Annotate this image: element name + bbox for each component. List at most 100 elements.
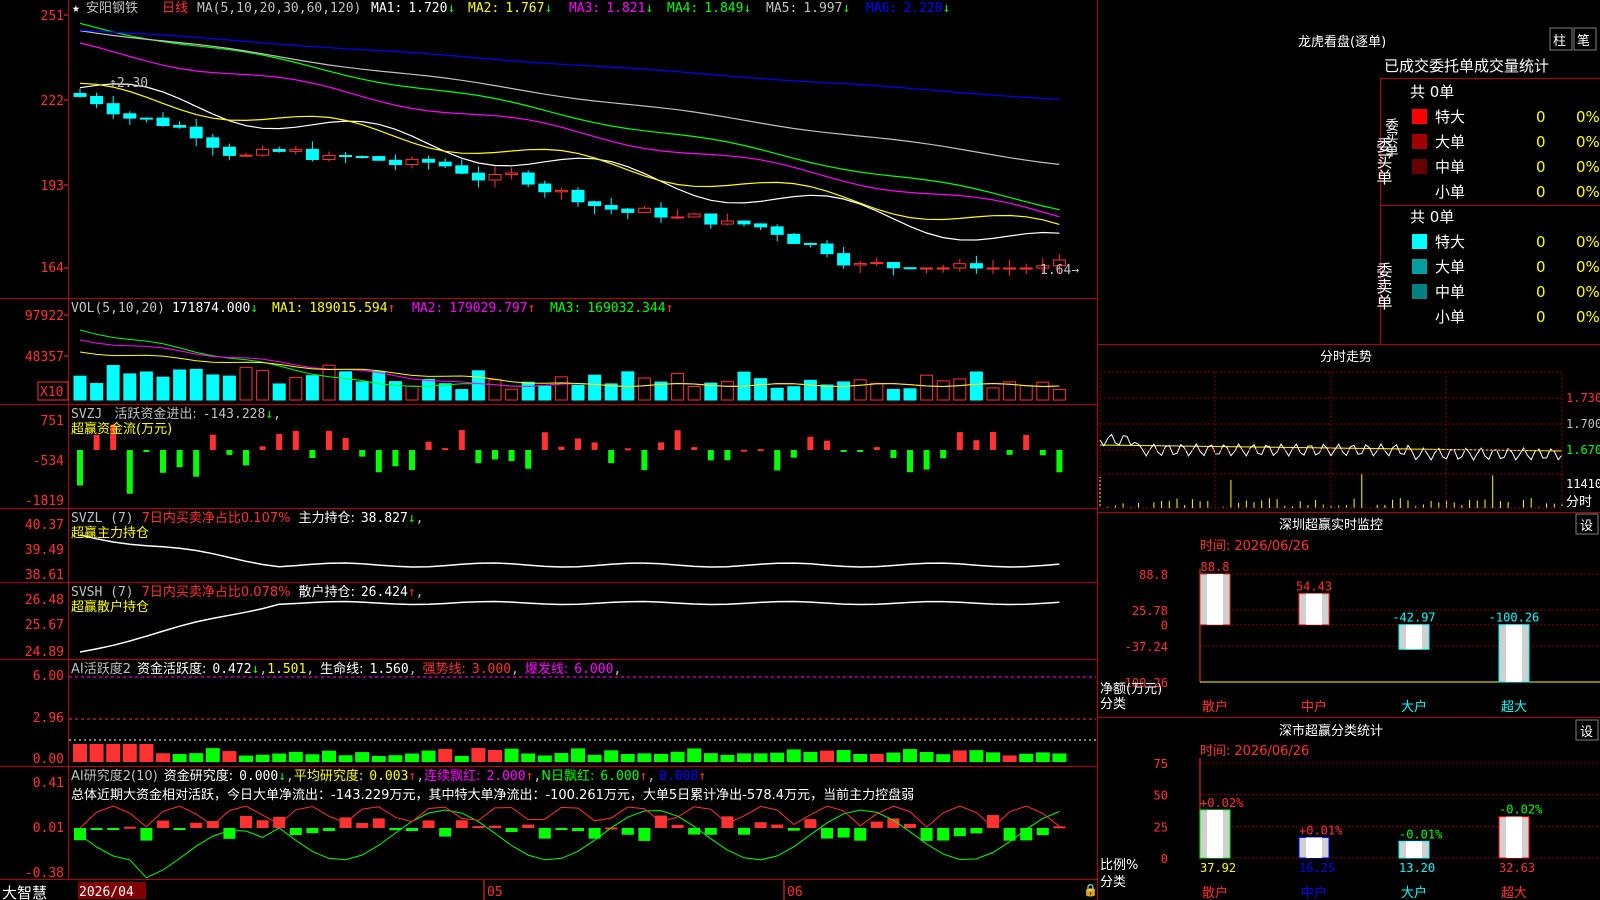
star-icon[interactable]: ★: [72, 1, 80, 16]
active-bar: [1035, 752, 1050, 762]
stock-name[interactable]: 安阳钢铁: [86, 1, 138, 16]
classify-value-label: 16.25: [1299, 861, 1335, 875]
research-bar: [787, 828, 800, 831]
order-size-name: 大单: [1435, 133, 1465, 151]
volume-bar: [720, 381, 734, 401]
flow-bar: [873, 447, 880, 450]
legend-swatch: [1412, 109, 1427, 124]
monitor-value-label: -42.97: [1392, 611, 1435, 625]
research-bar: [970, 828, 983, 834]
stats-title: 已成交委托单成交量统计: [1384, 57, 1549, 75]
candle-body: [820, 243, 834, 255]
legend-swatch: [1412, 284, 1427, 299]
flow-bar: [458, 430, 465, 450]
research-line: [79, 809, 1060, 879]
flow-bar: [990, 432, 996, 450]
volume-bar: [222, 375, 236, 401]
ma2-label: MA2: 1.767↓: [468, 1, 552, 16]
volume-bar: [671, 372, 685, 401]
order-size-name: 特大: [1435, 233, 1465, 251]
candle-body: [853, 263, 867, 266]
volume-bar: [305, 375, 319, 401]
research-bar: [804, 819, 817, 828]
volume-bar: [1019, 385, 1033, 401]
candle-body: [488, 174, 502, 181]
svsh-line-layer: [79, 600, 1060, 653]
volume-bar: [272, 383, 286, 401]
intraday-price: 1.730: [1566, 391, 1600, 405]
vol-ma1: MA1: 189015.594↑: [272, 301, 395, 316]
sell-rows: 特大 0 0% 大单 0 0% 中单 0 0% 小单 0 0%: [1412, 233, 1600, 326]
candle-body: [206, 137, 220, 148]
classify-category: 中户: [1301, 885, 1327, 900]
monitor-category: 超大: [1501, 700, 1527, 715]
flow-bar: [392, 450, 399, 467]
svsh-tick: 25.67: [25, 618, 64, 633]
period-label[interactable]: 日线: [162, 1, 188, 16]
candle-body: [322, 155, 336, 160]
research-bar: [140, 828, 153, 841]
app-name: 大智慧: [2, 884, 47, 900]
flow-bar: [641, 450, 648, 471]
order-count: 0: [1536, 258, 1546, 276]
volume-bar: [571, 384, 585, 401]
candle-body: [90, 95, 104, 105]
active-bar: [1052, 753, 1067, 762]
candle-body: [106, 103, 120, 115]
vol-ma3: MA3: 169032.344↑: [550, 301, 673, 316]
flow-bar: [707, 450, 714, 461]
volume-bars-layer: [73, 329, 1066, 401]
classify-pct-label: -0.02%: [1499, 803, 1543, 817]
volume-bar: [986, 387, 1000, 401]
research-bar: [638, 828, 651, 841]
active-bar: [89, 744, 104, 762]
flow-bar: [956, 432, 963, 450]
research-bar: [854, 828, 867, 841]
active-bar: [620, 754, 635, 762]
ma4-label: MA4: 1.849↓: [667, 1, 751, 16]
ma6-label: MA6: 2.220↓: [866, 1, 950, 16]
candle-body: [239, 154, 253, 157]
flow-bar: [1056, 450, 1063, 473]
ai-active-tick: 0.00: [33, 752, 64, 767]
flow-bar: [923, 450, 930, 470]
research-bar: [439, 828, 452, 837]
volume-bar: [438, 383, 452, 401]
volume-bar: [1036, 381, 1050, 401]
research-bar: [223, 828, 236, 839]
flow-bar: [492, 450, 498, 460]
volume-bar: [554, 376, 568, 401]
research-bar: [837, 828, 850, 838]
active-bar: [288, 751, 303, 762]
svzl-header: SVZL (7) 7日内买卖净占比0.107% 主力持仓: 38.827↓, 超赢主力…: [71, 510, 423, 541]
research-bar: [821, 828, 833, 839]
lock-icon[interactable]: 🔒: [1083, 883, 1098, 897]
research-bar: [920, 828, 933, 841]
price-tick: 222: [41, 94, 64, 109]
classify-panel: 深市超赢分类统计 设 时间: 2026/06/26 75 50 25 0 +0.02% 37…: [1100, 719, 1600, 900]
flow-bar: [608, 450, 615, 464]
volume-bar: [787, 386, 801, 401]
active-bar: [820, 750, 834, 762]
research-bar: [157, 820, 169, 828]
month-05: 05: [487, 885, 503, 900]
flow-bar: [1006, 450, 1013, 455]
flow-bar: [1039, 450, 1046, 456]
active-bar: [836, 750, 851, 762]
vol-tick: 97922: [25, 309, 64, 324]
volume-bar: [588, 374, 602, 401]
monitor-y-tick: 88.8: [1139, 568, 1168, 582]
high-label: ↑2.30: [109, 76, 148, 91]
month-06: 06: [787, 885, 803, 900]
classify-title: 深市超赢分类统计: [1279, 723, 1383, 739]
classify-y-tick: 25: [1154, 820, 1168, 834]
active-bar: [255, 754, 270, 762]
ai-research-title: AI研究度2(10) 资金研究度: 0.000↓,平均研究度: 0.003↑,连续飘红…: [71, 768, 706, 784]
candle-body: [986, 267, 1000, 270]
candle-body: [372, 156, 386, 161]
flow-bar: [824, 440, 830, 450]
research-bar: [240, 815, 252, 828]
active-bar: [421, 750, 436, 762]
ma-lines-layer: [79, 22, 1060, 241]
svsh-tick: 26.48: [25, 593, 64, 608]
